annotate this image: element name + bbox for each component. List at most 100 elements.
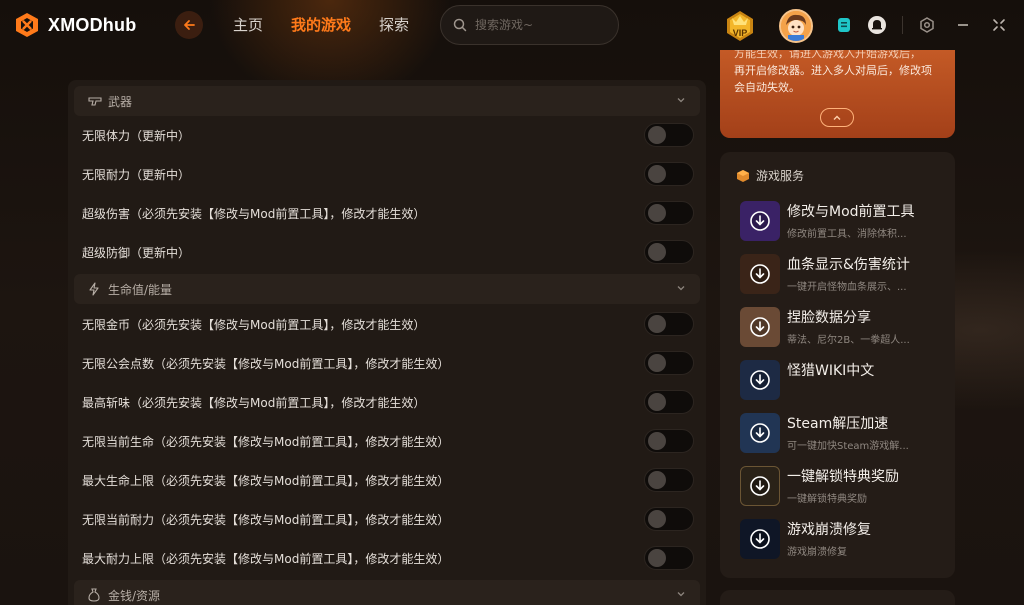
cheat-row: 无限金币（必须先安装【修改与Mod前置工具】，修改才能生效）	[82, 305, 694, 343]
cheat-row: 最大耐力上限（必须先安装【修改与Mod前置工具】，修改才能生效）	[82, 539, 694, 577]
cheat-label: 无限当前生命（必须先安装【修改与Mod前置工具】，修改才能生效）	[82, 434, 450, 449]
main-nav: 主页 我的游戏 探索	[233, 14, 409, 35]
close-icon	[993, 19, 1005, 31]
cheat-toggle[interactable]	[644, 123, 694, 147]
section-title: 生命值/能量	[108, 282, 173, 297]
cheat-toggle[interactable]	[644, 351, 694, 375]
search-icon	[453, 18, 467, 32]
service-item[interactable]: 一键解锁特典奖励 一键解锁特典奖励	[740, 466, 940, 512]
toggle-knob	[648, 393, 666, 411]
cheat-label: 超级防御（更新中）	[82, 245, 191, 260]
app-logo[interactable]: XMODhub	[14, 12, 136, 38]
cheat-label: 无限当前耐力（必须先安装【修改与Mod前置工具】，修改才能生效）	[82, 512, 450, 527]
service-subtitle: 修改前置工具、消除体积...	[787, 229, 907, 240]
service-thumbnail	[740, 307, 780, 347]
service-title: 捏脸数据分享	[787, 310, 871, 326]
service-thumbnail	[740, 519, 780, 559]
cheat-row: 无限当前生命（必须先安装【修改与Mod前置工具】，修改才能生效）	[82, 422, 694, 460]
bottom-card	[720, 590, 955, 605]
toggle-knob	[648, 243, 666, 261]
chevron-down-icon	[677, 286, 685, 291]
service-subtitle: 蒂法、尼尔2B、一拳超人...	[787, 335, 910, 346]
cheat-toggle[interactable]	[644, 312, 694, 336]
service-title: 一键解锁特典奖励	[787, 469, 899, 485]
cheat-row: 超级伤害（必须先安装【修改与Mod前置工具】，修改才能生效）	[82, 194, 694, 232]
chevron-down-icon	[677, 592, 685, 597]
nav-my-games[interactable]: 我的游戏	[291, 14, 351, 35]
back-button[interactable]	[175, 11, 203, 39]
cheat-label: 无限金币（必须先安装【修改与Mod前置工具】，修改才能生效）	[82, 317, 426, 332]
game-controller-icon[interactable]	[833, 14, 855, 36]
service-subtitle: 一键解锁特典奖励	[787, 494, 867, 505]
section-title: 金钱/资源	[108, 588, 161, 603]
cheat-toggle[interactable]	[644, 546, 694, 570]
close-button[interactable]	[988, 14, 1010, 36]
notice-collapse-button[interactable]	[820, 108, 854, 127]
download-icon	[750, 423, 770, 443]
toggle-knob	[648, 204, 666, 222]
cheat-label: 无限耐力（更新中）	[82, 167, 191, 182]
service-item[interactable]: Steam解压加速 可一键加快Steam游戏解...	[740, 413, 940, 459]
section-header-weapons[interactable]: 武器	[74, 86, 700, 116]
cheat-toggle[interactable]	[644, 201, 694, 225]
minimize-button[interactable]	[952, 14, 974, 36]
box-icon	[737, 169, 749, 182]
cheat-list-panel: 武器 无限体力（更新中） 无限耐力（更新中） 超级伤害（必须先安装【修改与Mod…	[68, 80, 706, 605]
cheat-toggle[interactable]	[644, 468, 694, 492]
search-input[interactable]	[475, 18, 605, 32]
service-item[interactable]: 怪猎WIKI中文	[740, 360, 940, 406]
toolbar-separator	[902, 16, 903, 34]
cheat-row: 无限当前耐力（必须先安装【修改与Mod前置工具】，修改才能生效）	[82, 500, 694, 538]
vip-label: VIP	[733, 28, 748, 38]
cube-icon	[838, 18, 850, 32]
service-item[interactable]: 血条显示&伤害统计 一键开启怪物血条展示、...	[740, 254, 940, 300]
user-avatar[interactable]	[779, 9, 813, 43]
cheat-toggle[interactable]	[644, 240, 694, 264]
settings-button[interactable]	[916, 14, 938, 36]
search-box[interactable]	[440, 5, 619, 45]
cheat-label: 超级伤害（必须先安装【修改与Mod前置工具】，修改才能生效）	[82, 206, 426, 221]
service-title: 修改与Mod前置工具	[787, 204, 915, 220]
service-thumbnail	[740, 360, 780, 400]
toggle-knob	[648, 165, 666, 183]
nav-home[interactable]: 主页	[233, 14, 263, 35]
download-icon	[750, 476, 770, 496]
section-header-money-resources[interactable]: 金钱/资源	[74, 580, 700, 605]
cheat-toggle[interactable]	[644, 162, 694, 186]
cheat-toggle[interactable]	[644, 390, 694, 414]
service-item[interactable]: 捏脸数据分享 蒂法、尼尔2B、一拳超人...	[740, 307, 940, 353]
game-services-panel: 游戏服务 修改与Mod前置工具 修改前置工具、消除体积... 血条显示&伤害统计…	[720, 152, 955, 578]
lightning-icon	[88, 282, 102, 296]
toggle-knob	[648, 315, 666, 333]
service-thumbnail	[740, 466, 780, 506]
nav-explore[interactable]: 探索	[379, 14, 409, 35]
gun-icon	[88, 94, 102, 108]
app-name: XMODhub	[48, 14, 137, 35]
cheat-row: 无限耐力（更新中）	[82, 155, 694, 193]
notice-cut-line: 方能生效，请进入游戏入开始游戏后，	[734, 50, 921, 60]
download-icon	[750, 370, 770, 390]
avatar-image-icon	[781, 11, 811, 41]
services-header: 游戏服务	[736, 167, 804, 184]
xmod-logo-icon	[16, 13, 38, 37]
cheat-label: 最大生命上限（必须先安装【修改与Mod前置工具】，修改才能生效）	[82, 473, 450, 488]
service-item[interactable]: 修改与Mod前置工具 修改前置工具、消除体积...	[740, 201, 940, 247]
section-header-health-energy[interactable]: 生命值/能量	[74, 274, 700, 304]
cheat-toggle[interactable]	[644, 429, 694, 453]
cheat-label: 最大耐力上限（必须先安装【修改与Mod前置工具】，修改才能生效）	[82, 551, 450, 566]
service-title: 怪猎WIKI中文	[787, 363, 875, 379]
toggle-knob	[648, 354, 666, 372]
chevron-up-icon	[833, 115, 841, 120]
service-subtitle: 可一键加快Steam游戏解...	[787, 441, 909, 452]
service-subtitle: 游戏崩溃修复	[787, 547, 847, 558]
service-item[interactable]: 游戏崩溃修复 游戏崩溃修复	[740, 519, 940, 565]
toggle-knob	[648, 510, 666, 528]
cheat-row: 最大生命上限（必须先安装【修改与Mod前置工具】，修改才能生效）	[82, 461, 694, 499]
cheat-row: 无限公会点数（必须先安装【修改与Mod前置工具】，修改才能生效）	[82, 344, 694, 382]
section-title: 武器	[108, 94, 133, 109]
download-icon	[750, 529, 770, 549]
cheat-toggle[interactable]	[644, 507, 694, 531]
notification-button[interactable]	[866, 14, 888, 36]
vip-badge-icon[interactable]: VIP	[723, 9, 757, 43]
bell-icon	[868, 16, 886, 34]
